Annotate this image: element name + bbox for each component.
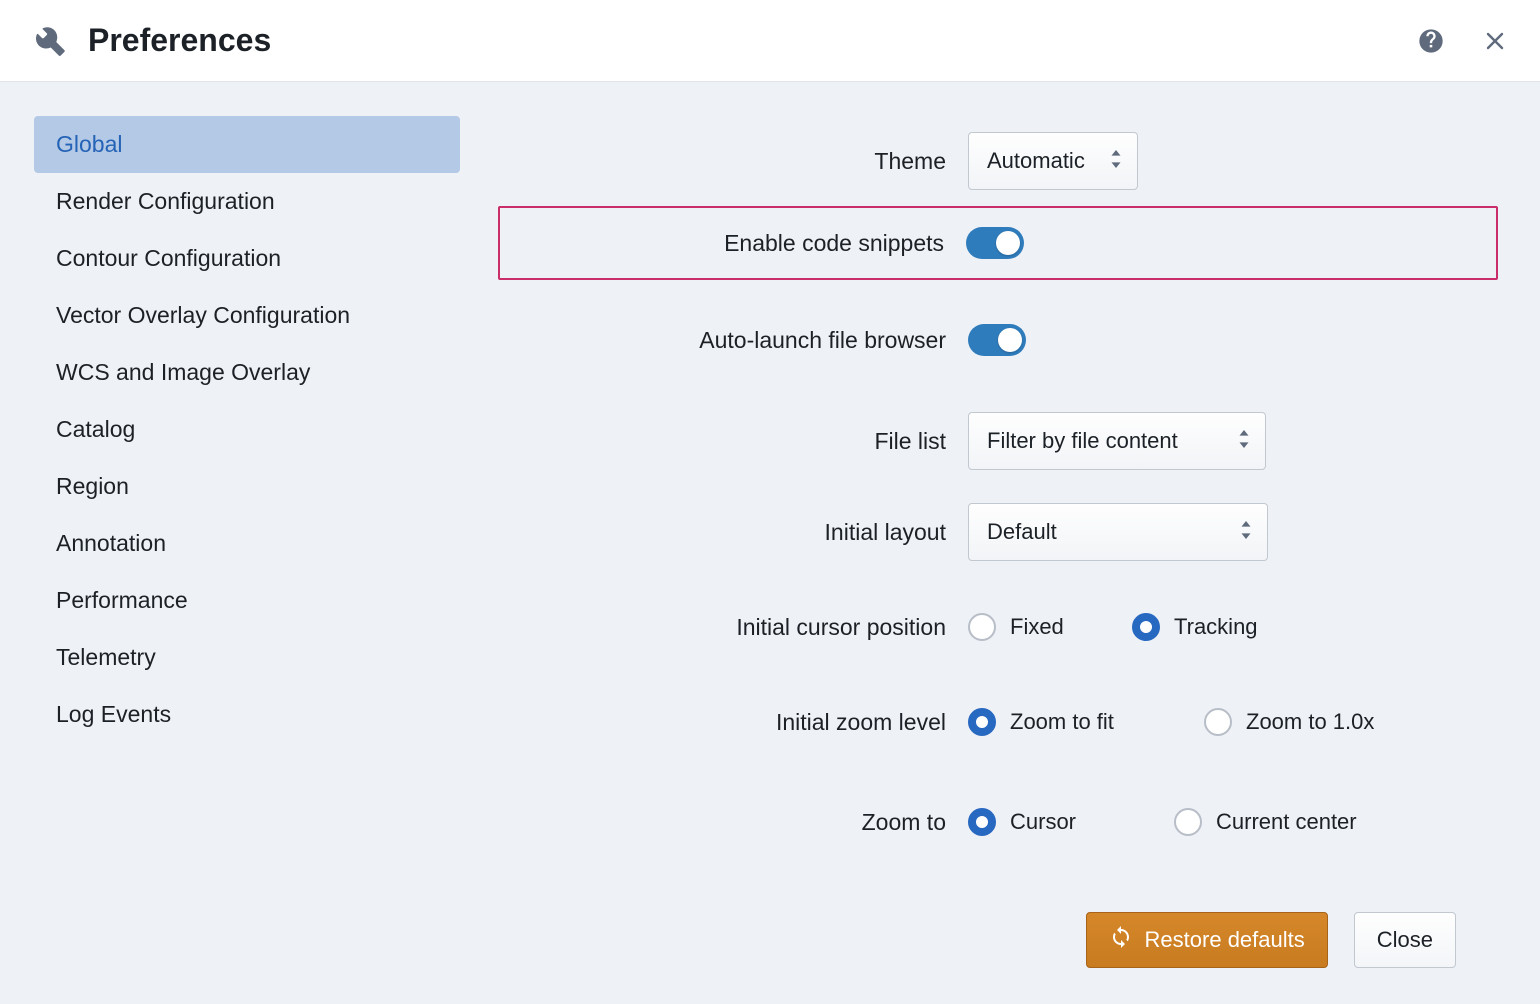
titlebar-right bbox=[1416, 26, 1510, 56]
sidebar-item-catalog[interactable]: Catalog bbox=[34, 401, 460, 458]
row-auto-launch: Auto-launch file browser bbox=[490, 280, 1498, 400]
close-icon[interactable] bbox=[1480, 26, 1510, 56]
dialog-footer: Restore defaults Close bbox=[490, 872, 1498, 1004]
settings-form: Theme Automatic Enable code snippets bbox=[490, 116, 1540, 1004]
radio-zoom-to-center[interactable]: Current center bbox=[1174, 808, 1357, 836]
select-theme-value: Automatic bbox=[987, 148, 1085, 174]
titlebar: Preferences bbox=[0, 0, 1540, 82]
sidebar-item-wcs-image-overlay[interactable]: WCS and Image Overlay bbox=[34, 344, 460, 401]
label-zoom-to: Zoom to bbox=[490, 809, 968, 836]
chevron-updown-icon bbox=[1237, 428, 1251, 454]
toggle-auto-launch[interactable] bbox=[968, 324, 1026, 356]
row-enable-snippets: Enable code snippets bbox=[498, 206, 1498, 280]
sidebar-item-contour-configuration[interactable]: Contour Configuration bbox=[34, 230, 460, 287]
sidebar-item-global[interactable]: Global bbox=[34, 116, 460, 173]
label-initial-layout: Initial layout bbox=[490, 519, 968, 546]
row-file-list: File list Filter by file content bbox=[490, 400, 1498, 482]
radio-dot-icon bbox=[968, 613, 996, 641]
dialog-body: Global Render Configuration Contour Conf… bbox=[0, 82, 1540, 1004]
radio-cursor-fixed-label: Fixed bbox=[1010, 614, 1088, 640]
radio-group-cursor: Fixed Tracking bbox=[968, 613, 1258, 641]
radio-dot-icon bbox=[968, 708, 996, 736]
radio-zoom-to-cursor[interactable]: Cursor bbox=[968, 808, 1130, 836]
titlebar-left: Preferences bbox=[34, 22, 1416, 59]
row-cursor-position: Initial cursor position Fixed Tracking bbox=[490, 582, 1498, 672]
preferences-dialog: Preferences Global Render Configuration … bbox=[0, 0, 1540, 992]
radio-zoom-to-fit-label: Zoom to fit bbox=[1010, 709, 1160, 735]
chevron-updown-icon bbox=[1109, 148, 1123, 174]
sidebar-item-vector-overlay-configuration[interactable]: Vector Overlay Configuration bbox=[34, 287, 460, 344]
restore-defaults-label: Restore defaults bbox=[1145, 927, 1305, 953]
help-button[interactable] bbox=[1416, 26, 1446, 56]
radio-dot-icon bbox=[968, 808, 996, 836]
label-enable-snippets: Enable code snippets bbox=[500, 230, 966, 257]
radio-cursor-tracking-label: Tracking bbox=[1174, 614, 1258, 640]
select-file-list[interactable]: Filter by file content bbox=[968, 412, 1266, 470]
radio-zoom-1x-label: Zoom to 1.0x bbox=[1246, 709, 1374, 735]
radio-group-zoom-to: Cursor Current center bbox=[968, 808, 1357, 836]
sidebar: Global Render Configuration Contour Conf… bbox=[0, 116, 490, 1004]
radio-zoom-1x[interactable]: Zoom to 1.0x bbox=[1204, 708, 1374, 736]
chevron-updown-icon bbox=[1239, 519, 1253, 545]
label-cursor-position: Initial cursor position bbox=[490, 614, 968, 641]
label-zoom-level: Initial zoom level bbox=[490, 709, 968, 736]
radio-dot-icon bbox=[1174, 808, 1202, 836]
sidebar-item-log-events[interactable]: Log Events bbox=[34, 686, 460, 743]
label-auto-launch: Auto-launch file browser bbox=[490, 327, 968, 354]
radio-cursor-fixed[interactable]: Fixed bbox=[968, 613, 1088, 641]
refresh-icon bbox=[1109, 925, 1133, 955]
sidebar-item-performance[interactable]: Performance bbox=[34, 572, 460, 629]
radio-zoom-to-center-label: Current center bbox=[1216, 809, 1357, 835]
close-button[interactable]: Close bbox=[1354, 912, 1456, 968]
label-file-list: File list bbox=[490, 428, 968, 455]
sidebar-item-render-configuration[interactable]: Render Configuration bbox=[34, 173, 460, 230]
row-initial-layout: Initial layout Default bbox=[490, 482, 1498, 582]
select-initial-layout[interactable]: Default bbox=[968, 503, 1268, 561]
select-initial-layout-value: Default bbox=[987, 519, 1057, 545]
wrench-icon bbox=[34, 24, 68, 58]
sidebar-item-annotation[interactable]: Annotation bbox=[34, 515, 460, 572]
row-theme: Theme Automatic bbox=[490, 116, 1498, 206]
row-zoom-to: Zoom to Cursor Current center bbox=[490, 772, 1498, 872]
label-theme: Theme bbox=[490, 148, 968, 175]
radio-cursor-tracking[interactable]: Tracking bbox=[1132, 613, 1258, 641]
row-zoom-level: Initial zoom level Zoom to fit Zoom to 1… bbox=[490, 672, 1498, 772]
select-file-list-value: Filter by file content bbox=[987, 428, 1178, 454]
toggle-enable-snippets[interactable] bbox=[966, 227, 1024, 259]
close-button-label: Close bbox=[1377, 927, 1433, 953]
radio-group-zoom-level: Zoom to fit Zoom to 1.0x bbox=[968, 708, 1374, 736]
radio-zoom-to-fit[interactable]: Zoom to fit bbox=[968, 708, 1160, 736]
sidebar-item-telemetry[interactable]: Telemetry bbox=[34, 629, 460, 686]
radio-dot-icon bbox=[1132, 613, 1160, 641]
select-theme[interactable]: Automatic bbox=[968, 132, 1138, 190]
dialog-title: Preferences bbox=[88, 22, 271, 59]
restore-defaults-button[interactable]: Restore defaults bbox=[1086, 912, 1328, 968]
sidebar-item-region[interactable]: Region bbox=[34, 458, 460, 515]
radio-zoom-to-cursor-label: Cursor bbox=[1010, 809, 1130, 835]
radio-dot-icon bbox=[1204, 708, 1232, 736]
